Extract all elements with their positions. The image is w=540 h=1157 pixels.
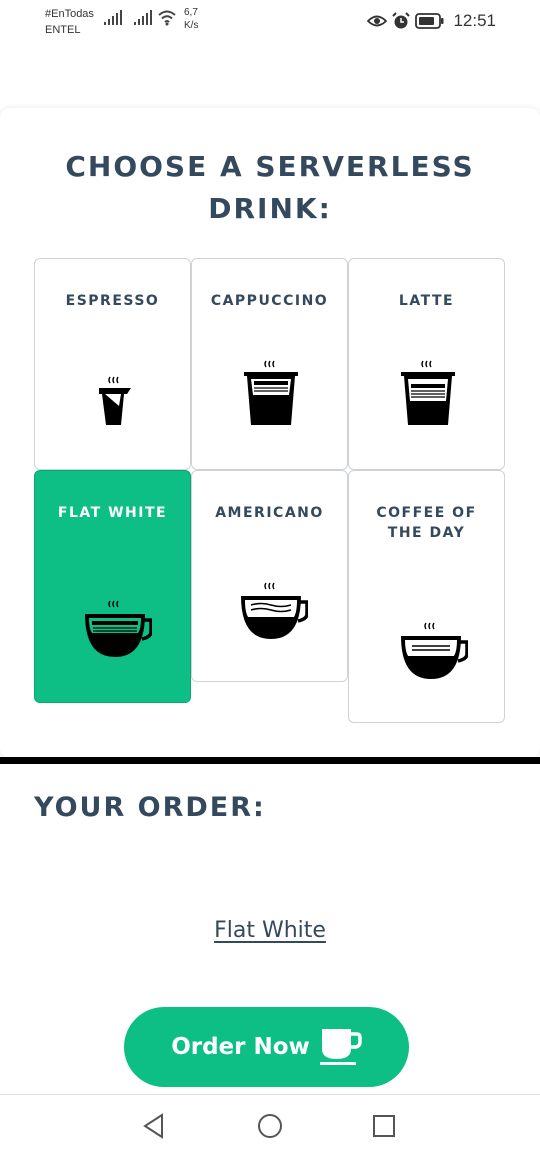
drink-tile-espresso[interactable]: ESPRESSO	[34, 258, 191, 470]
speed-value: 6,7	[184, 7, 198, 18]
americano-cup-icon	[241, 582, 308, 639]
drink-label: AMERICANO	[215, 505, 324, 521]
drink-tile-coffee-of-the-day[interactable]: COFFEE OF THE DAY	[348, 470, 505, 723]
status-bar: #EnTodas ENTEL 6,7 K/s 12:51	[0, 0, 540, 44]
status-icons: 12:51	[367, 10, 496, 32]
drink-tile-cappuccino[interactable]: CAPPUCCINO	[191, 258, 348, 470]
speed-unit: K/s	[184, 20, 199, 31]
drink-tile-flat-white[interactable]: FLAT WHITE	[34, 470, 191, 703]
menu-title: CHOOSE A SERVERLESS DRINK:	[65, 150, 475, 225]
carrier-info: #EnTodas ENTEL	[45, 6, 94, 38]
drink-label: CAPPUCCINO	[210, 293, 329, 309]
nav-home-button[interactable]	[253, 1109, 287, 1143]
clock: 12:51	[453, 11, 496, 30]
drink-tile-americano[interactable]: AMERICANO	[191, 470, 348, 682]
eye-icon	[367, 15, 388, 27]
recents-icon	[373, 1115, 395, 1137]
drink-label: ESPRESSO	[65, 293, 160, 309]
coffee-mug-icon	[319, 1029, 362, 1065]
latte-glass-icon	[401, 360, 455, 425]
signal-icon	[104, 10, 122, 25]
order-heading: YOUR ORDER:	[34, 792, 266, 823]
espresso-cup-icon	[99, 376, 131, 425]
order-now-label: Order Now	[171, 1034, 310, 1060]
flat-white-cup-icon	[85, 600, 152, 657]
drink-menu-card: CHOOSE A SERVERLESS DRINK: ESPRESSO CAPP…	[0, 108, 540, 758]
drink-label: LATTE	[398, 293, 455, 309]
order-now-button[interactable]: Order Now	[124, 1007, 409, 1087]
battery-icon	[415, 13, 444, 29]
drink-tile-latte[interactable]: LATTE	[348, 258, 505, 470]
nav-recents-button[interactable]	[367, 1109, 401, 1143]
carrier-top: #EnTodas	[45, 8, 94, 20]
carrier-name: ENTEL	[45, 24, 81, 36]
coffee-cup-icon	[401, 622, 468, 679]
wifi-icon	[158, 10, 176, 26]
order-item-link[interactable]: Flat White	[0, 918, 540, 943]
alarm-icon	[392, 12, 411, 29]
navigation-bar	[0, 1094, 540, 1157]
nav-back-button[interactable]	[137, 1109, 171, 1143]
drink-label: FLAT WHITE	[57, 505, 168, 521]
drink-label: COFFEE OF THE DAY	[376, 505, 477, 541]
cappuccino-glass-icon	[244, 360, 298, 425]
network-speed: 6,7 K/s	[184, 6, 198, 32]
section-divider	[0, 757, 540, 764]
home-icon	[258, 1114, 282, 1138]
signal-icon	[134, 10, 152, 25]
back-icon	[143, 1113, 163, 1139]
